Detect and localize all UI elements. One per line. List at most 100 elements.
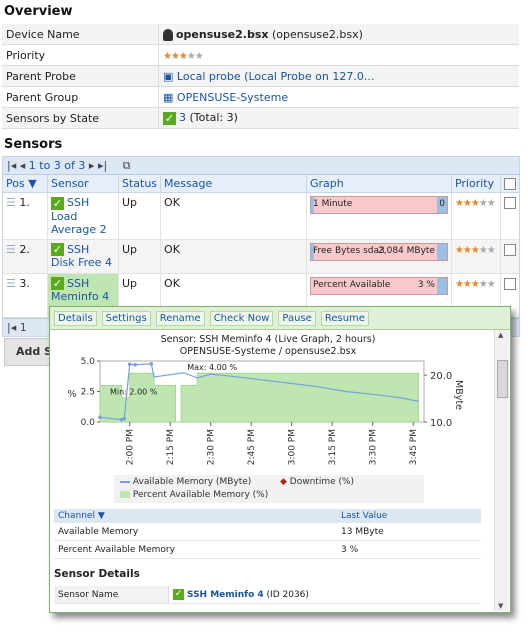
sensors-total: (Total: 3) [189, 111, 238, 125]
sensor-graph[interactable]: Percent Available 3 % [310, 276, 448, 295]
row-pos: 2. [19, 242, 30, 256]
sensor-graph[interactable]: 1 Minute 0 [310, 196, 448, 214]
table-row: Percent Available Memory 3 % [54, 540, 481, 559]
sensors-up-count[interactable]: 3 [179, 111, 186, 124]
pager-range: 1 to 3 of 3 [28, 159, 86, 172]
channel-table: Channel ▼ Last Value Available Memory 13 M… [54, 509, 481, 559]
col-select[interactable] [500, 175, 519, 193]
table-row: ☰ 2. ✓ SSH Disk Free 4 Up OK Free Bytes s… [3, 239, 519, 274]
col-status[interactable]: Status [118, 175, 162, 193]
row-checkbox[interactable] [504, 197, 516, 209]
tab-resume[interactable]: Resume [320, 311, 369, 326]
x-tick-label: 2:30 PM [207, 429, 217, 465]
popup-scrollbar[interactable]: ▲ ▼ [494, 330, 509, 611]
tab-details[interactable]: Details [54, 311, 97, 326]
sensor-graph[interactable]: Free Bytes sda3 2,084 MByte [310, 242, 448, 261]
pager-top: |◂ ◂ 1 to 3 of 3 ▸ ▸| ⧉ [3, 157, 519, 175]
y-left-label: % [67, 389, 76, 400]
popup-tabs: Details Settings Rename Check Now Pause Resum… [50, 307, 510, 330]
legend-percent: Percent Available Memory (%) [132, 490, 269, 500]
legend-downtime: Downtime (%) [289, 477, 355, 487]
row-status: Up [118, 239, 162, 274]
overview-row-device: Device Name opensuse2.bsx (opensuse2.bsx… [2, 24, 519, 45]
check-icon: ✓ [50, 243, 64, 256]
percent-area [99, 372, 419, 423]
sensor-details-title: Sensor Details [54, 568, 140, 580]
tab-pause[interactable]: Pause [278, 311, 316, 326]
drag-handle-icon[interactable]: ☰ [6, 196, 16, 209]
overview-table: Device Name opensuse2.bsx (opensuse2.bsx… [2, 24, 519, 129]
sensor-name-label: Sensor Name [54, 586, 169, 604]
scroll-up-icon[interactable]: ▲ [498, 331, 503, 339]
overview-title: Overview [4, 4, 73, 19]
x-tick-label: 3:45 PM [409, 429, 419, 465]
row-checkbox[interactable] [504, 243, 516, 256]
bottom-pager-page: 1 [19, 320, 27, 334]
x-tick-label: 2:15 PM [166, 429, 176, 465]
drag-handle-icon[interactable]: ☰ [6, 243, 16, 256]
y-left-tick-label: 5.0 [81, 357, 96, 367]
check-icon: ✓ [50, 196, 64, 210]
check-icon: ✓ [50, 277, 64, 290]
priority-stars-icon[interactable]: ★★★★★ [455, 198, 496, 209]
memory-point [122, 416, 127, 421]
col-graph[interactable]: Graph [306, 175, 452, 193]
sensor-popup: Details Settings Rename Check Now Pause Resum… [49, 306, 511, 613]
overview-row-priority: Priority ★★★★★ [2, 44, 519, 66]
drag-handle-icon[interactable]: ☰ [6, 277, 16, 290]
priority-label: Priority [2, 44, 159, 66]
y-left-tick-label: 2.5 [81, 388, 95, 398]
tab-settings[interactable]: Settings [101, 311, 151, 326]
x-tick-label: 2:45 PM [247, 429, 257, 465]
x-tick-label: 3:15 PM [328, 429, 338, 465]
device-name-label: Device Name [2, 24, 159, 45]
tab-check-now[interactable]: Check Now [209, 311, 274, 326]
select-all-checkbox[interactable] [504, 178, 516, 190]
scroll-thumb[interactable] [497, 360, 508, 398]
prev-page-icon[interactable]: ◂ [20, 159, 26, 172]
legend-percent-swatch [120, 491, 130, 498]
device-icon [163, 28, 173, 41]
y-left-tick-label: 0.0 [81, 418, 96, 428]
group-icon: ▦ [163, 90, 174, 104]
popout-icon[interactable]: ⧉ [123, 159, 131, 172]
overview-row-state: Sensors by State ✓ 3 (Total: 3) [2, 107, 519, 129]
first-page-icon[interactable]: |◂ [7, 159, 16, 172]
probe-icon: ▣ [163, 69, 174, 83]
first-page-icon[interactable]: |◂ [7, 321, 16, 334]
priority-stars-icon[interactable]: ★★★★★ [455, 279, 496, 290]
legend-downtime-swatch: ◆ [280, 477, 287, 487]
priority-stars-icon[interactable]: ★★★★★ [455, 245, 496, 256]
legend-memory-swatch [120, 480, 130, 483]
check-icon: ✓ [163, 111, 176, 125]
col-sensor[interactable]: Sensor [47, 175, 119, 193]
next-page-icon[interactable]: ▸ [89, 159, 95, 172]
col-priority[interactable]: Priority [451, 175, 502, 193]
parent-group-link[interactable]: OPENSUSE-Systeme [177, 91, 288, 104]
col-message[interactable]: Message [160, 175, 307, 193]
sort-down-icon: ▼ [97, 511, 105, 521]
memory-point [98, 415, 102, 420]
priority-stars-icon[interactable]: ★★★★★ [163, 51, 204, 62]
memory-point [127, 362, 132, 367]
parent-probe-link[interactable]: Local probe (Local Probe on 127.0... [177, 70, 374, 83]
row-message: OK [160, 239, 307, 274]
col-channel[interactable]: Channel ▼ [54, 509, 337, 523]
sensor-name-link[interactable]: SSH Meminfo 4 [187, 590, 264, 600]
chart-legend: Available Memory (MByte) ◆ Downtime (%) … [114, 475, 424, 503]
sensor-id: (ID 2036) [266, 590, 309, 600]
tab-rename[interactable]: Rename [155, 311, 205, 326]
x-tick-label: 3:30 PM [369, 429, 379, 465]
overview-row-group: Parent Group ▦ OPENSUSE-Systeme [2, 86, 519, 108]
chart-title: Sensor: SSH Meminfo 4 (Live Graph, 2 hou… [161, 334, 376, 345]
device-name-value: opensuse2.bsx [176, 27, 269, 41]
row-checkbox[interactable] [504, 277, 516, 290]
x-tick-label: 3:00 PM [288, 429, 298, 465]
col-pos[interactable]: Pos ▼ [3, 175, 48, 193]
scroll-down-icon[interactable]: ▼ [498, 602, 503, 610]
col-last-value[interactable]: Last Value [337, 509, 481, 523]
row-status: Up [118, 192, 162, 240]
last-page-icon[interactable]: ▸| [98, 159, 107, 172]
max-annotation: Max: 4.00 % [187, 363, 237, 372]
min-annotation: Min: 2.00 % [110, 388, 158, 397]
